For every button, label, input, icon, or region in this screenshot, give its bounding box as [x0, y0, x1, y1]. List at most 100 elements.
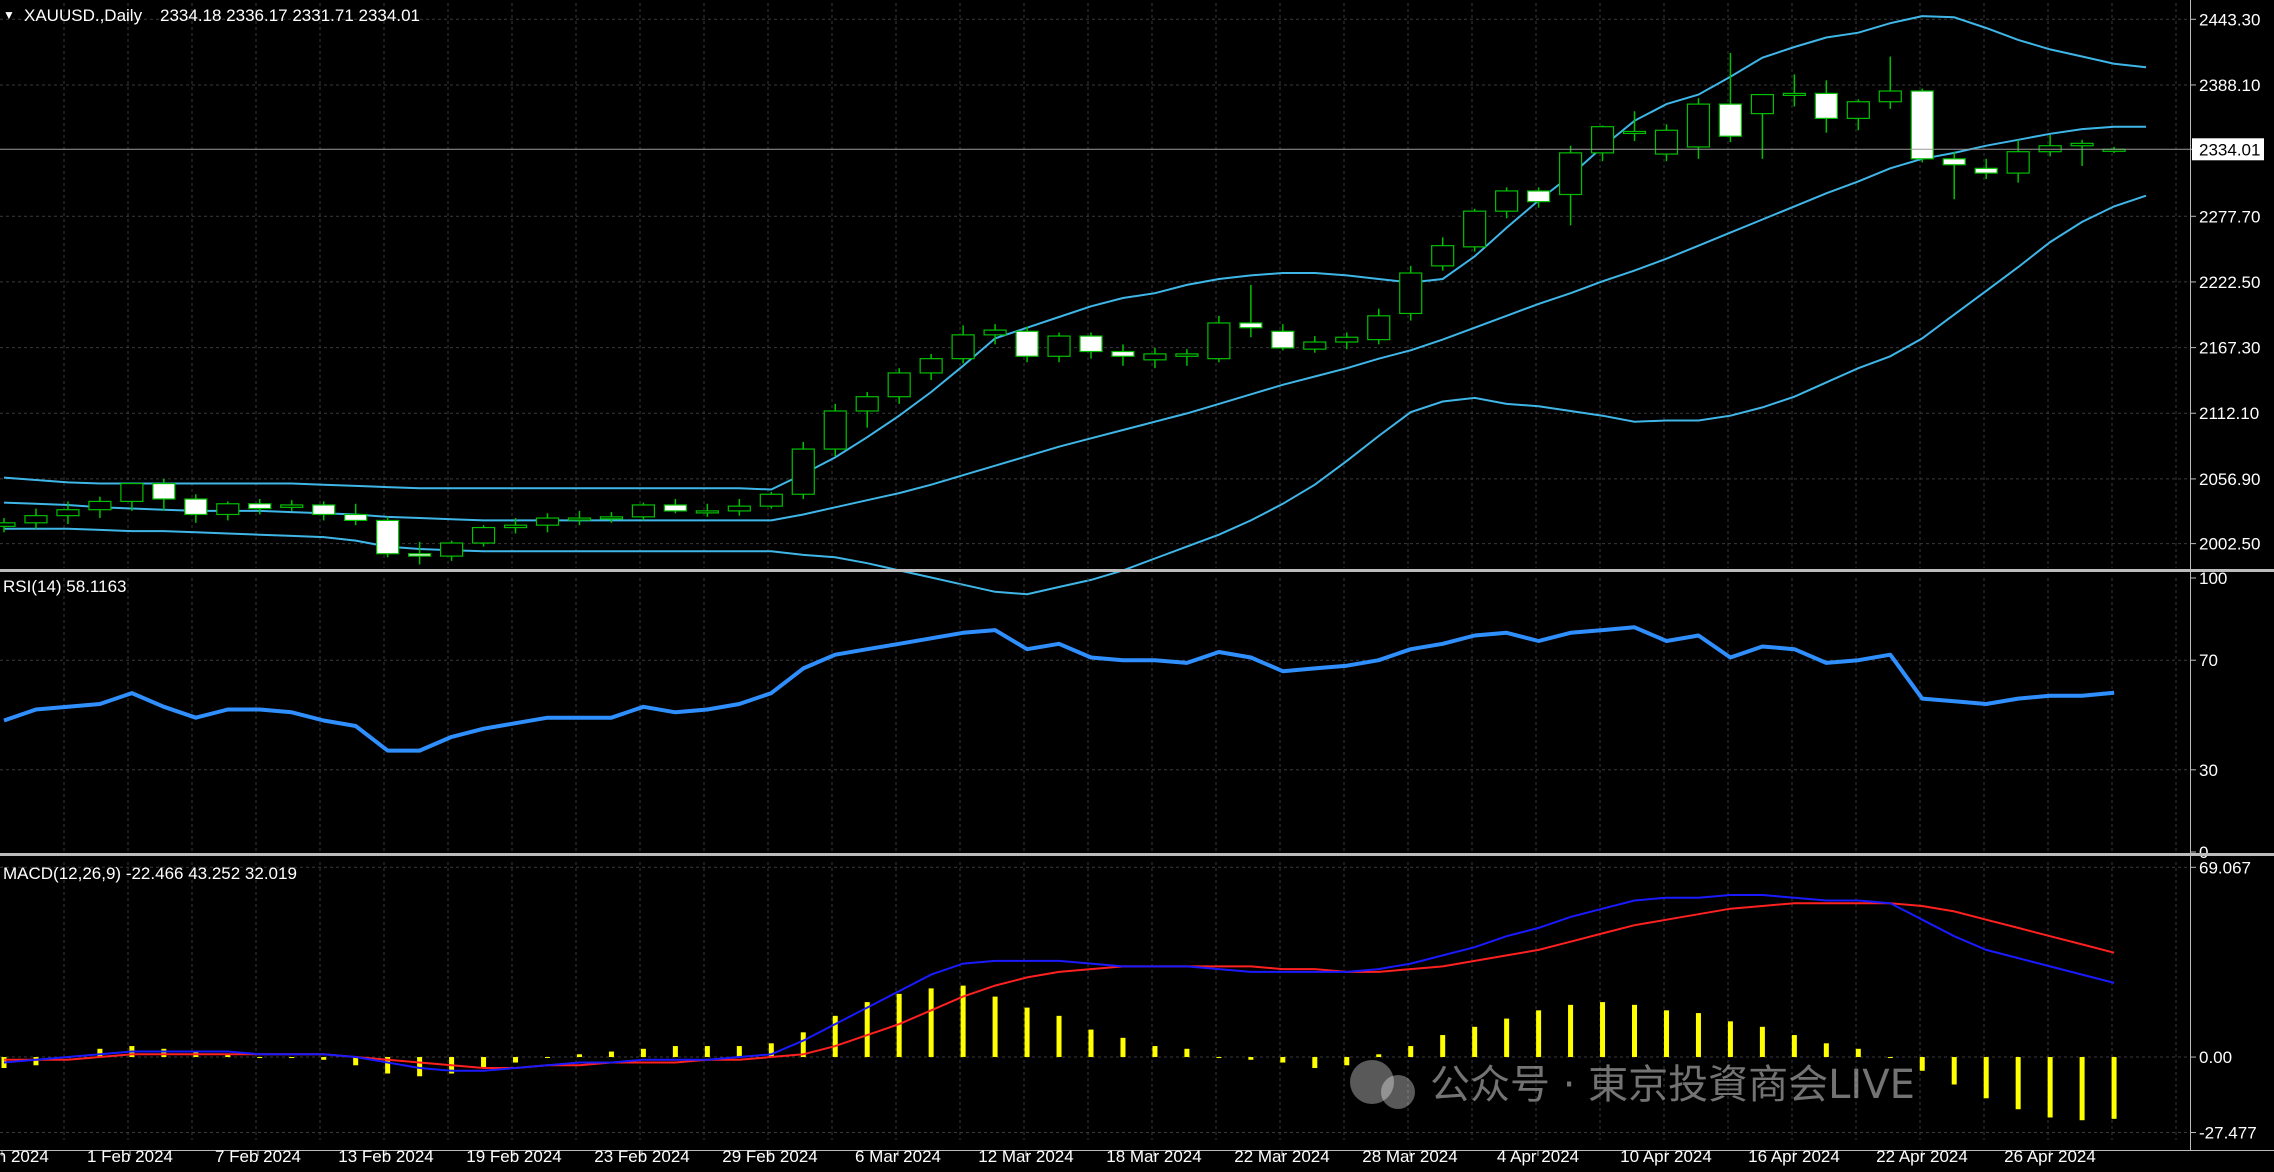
candle-body — [1654, 129, 1679, 155]
candle-body — [1718, 103, 1743, 137]
macd-histogram-bar — [1248, 1057, 1254, 1060]
candle-body — [887, 372, 911, 398]
macd-tick-label: 0.00 — [2199, 1048, 2232, 1067]
macd-histogram-bar — [1280, 1057, 1286, 1063]
macd-histogram-bar — [1919, 1057, 1925, 1071]
macd-histogram-bar — [1504, 1018, 1510, 1058]
chart-background — [0, 0, 2274, 1172]
macd-histogram-bar — [1440, 1035, 1446, 1058]
candle-body — [1015, 330, 1039, 357]
macd-tick-label: -27.477 — [2199, 1124, 2257, 1143]
candle-body — [1047, 335, 1071, 357]
candle-body — [1942, 158, 1966, 166]
rsi-tick-label: 30 — [2199, 761, 2218, 780]
time-tick-label: 29 Feb 2024 — [722, 1147, 817, 1166]
candle-body — [1399, 272, 1423, 315]
candle-body — [344, 513, 368, 522]
candle-body — [24, 515, 48, 524]
price-tick-label: 2002.50 — [2199, 535, 2260, 554]
candle-body — [1143, 353, 1167, 361]
candle-body — [567, 517, 592, 521]
macd-histogram-bar — [736, 1046, 742, 1058]
pane-separator[interactable] — [0, 569, 2274, 572]
macd-histogram-bar — [704, 1046, 710, 1058]
candle-body — [312, 504, 336, 516]
macd-histogram-bar — [1632, 1004, 1638, 1058]
macd-histogram-bar — [576, 1054, 582, 1058]
wechat-icon-bubble — [1381, 1075, 1415, 1109]
candle-body — [1846, 101, 1870, 119]
candle-body — [599, 516, 624, 520]
candle-body — [2038, 145, 2062, 153]
macd-histogram-bar — [1344, 1057, 1350, 1066]
macd-histogram-bar — [1791, 1035, 1797, 1058]
time-tick-label: 16 Apr 2024 — [1748, 1147, 1840, 1166]
symbol-label: XAUUSD.,Daily — [24, 6, 143, 25]
trading-chart[interactable]: 2443.30 2388.10 2277.70 2222.50 2167.30 2112.… — [0, 0, 2274, 1172]
macd-histogram-bar — [1120, 1037, 1126, 1058]
macd-histogram-bar — [161, 1048, 167, 1058]
time-tick-label: 12 Mar 2024 — [978, 1147, 1073, 1166]
candle-body — [791, 448, 815, 495]
macd-histogram-bar — [928, 988, 934, 1058]
candle-body — [823, 410, 847, 450]
macd-histogram-bar — [417, 1057, 423, 1077]
price-tick-label: 2277.70 — [2199, 207, 2260, 226]
candle-body — [216, 503, 240, 516]
macd-histogram-bar — [608, 1051, 614, 1058]
macd-label: MACD(12,26,9) -22.466 43.252 32.019 — [3, 864, 297, 883]
symbol-dropdown-icon[interactable]: ▼ — [3, 8, 15, 22]
candle-body — [1431, 245, 1455, 267]
ohlc-label: 2334.18 2336.17 2331.71 2334.01 — [160, 6, 420, 25]
pane-separator[interactable] — [0, 853, 2274, 856]
price-tick-label: 2056.90 — [2199, 470, 2260, 489]
rsi-tick-label: 70 — [2199, 651, 2218, 670]
price-tick-label: 2167.30 — [2199, 339, 2260, 358]
candle-body — [503, 524, 528, 529]
time-tick-label: 26 Jan 2024 — [0, 1147, 49, 1166]
time-tick-label: 26 Apr 2024 — [2004, 1147, 2096, 1166]
candle-body — [1878, 90, 1902, 103]
macd-histogram-bar — [1376, 1054, 1382, 1058]
candle-body — [408, 553, 432, 557]
candle-body — [1622, 130, 1647, 135]
time-tick-label: 28 Mar 2024 — [1362, 1147, 1457, 1166]
macd-histogram-bar — [1056, 1015, 1062, 1058]
time-tick-label: 23 Feb 2024 — [594, 1147, 689, 1166]
candle-body — [248, 503, 272, 510]
macd-histogram-bar — [289, 1057, 295, 1059]
macd-histogram-bar — [481, 1057, 487, 1069]
rsi-tick-label: 100 — [2199, 569, 2227, 588]
macd-histogram-bar — [1216, 1057, 1222, 1059]
macd-histogram-bar — [1024, 1007, 1030, 1058]
price-tick-label: 2388.10 — [2199, 76, 2260, 95]
macd-histogram-bar — [1408, 1046, 1414, 1058]
macd-histogram-bar — [1663, 1010, 1669, 1058]
macd-histogram-bar — [2079, 1057, 2085, 1121]
candle-body — [280, 504, 304, 508]
macd-histogram-bar — [2015, 1057, 2021, 1110]
macd-histogram-bar — [1536, 1010, 1542, 1058]
candle-body — [1750, 93, 1774, 115]
macd-histogram-bar — [1600, 1002, 1606, 1058]
macd-histogram-bar — [1823, 1043, 1829, 1058]
candle-body — [951, 334, 975, 360]
candle-body — [759, 493, 783, 507]
candle-body — [2070, 142, 2094, 147]
candle-body — [471, 526, 496, 544]
time-tick-label: 18 Mar 2024 — [1106, 1147, 1201, 1166]
time-tick-label: 22 Apr 2024 — [1876, 1147, 1968, 1166]
candle-body — [1271, 330, 1295, 349]
candle-body — [0, 522, 16, 527]
time-tick-label: 1 Feb 2024 — [87, 1147, 173, 1166]
candle-body — [1686, 103, 1711, 148]
macd-histogram-bar — [1887, 1057, 1893, 1059]
candle-body — [1079, 335, 1103, 353]
candle-body — [376, 519, 400, 555]
macd-histogram-bar — [1951, 1057, 1957, 1085]
candle-body — [1910, 90, 1934, 160]
candle-body — [56, 509, 80, 517]
macd-histogram-bar — [1727, 1021, 1733, 1058]
macd-histogram-bar — [2111, 1057, 2117, 1119]
candle-body — [1974, 167, 1998, 174]
